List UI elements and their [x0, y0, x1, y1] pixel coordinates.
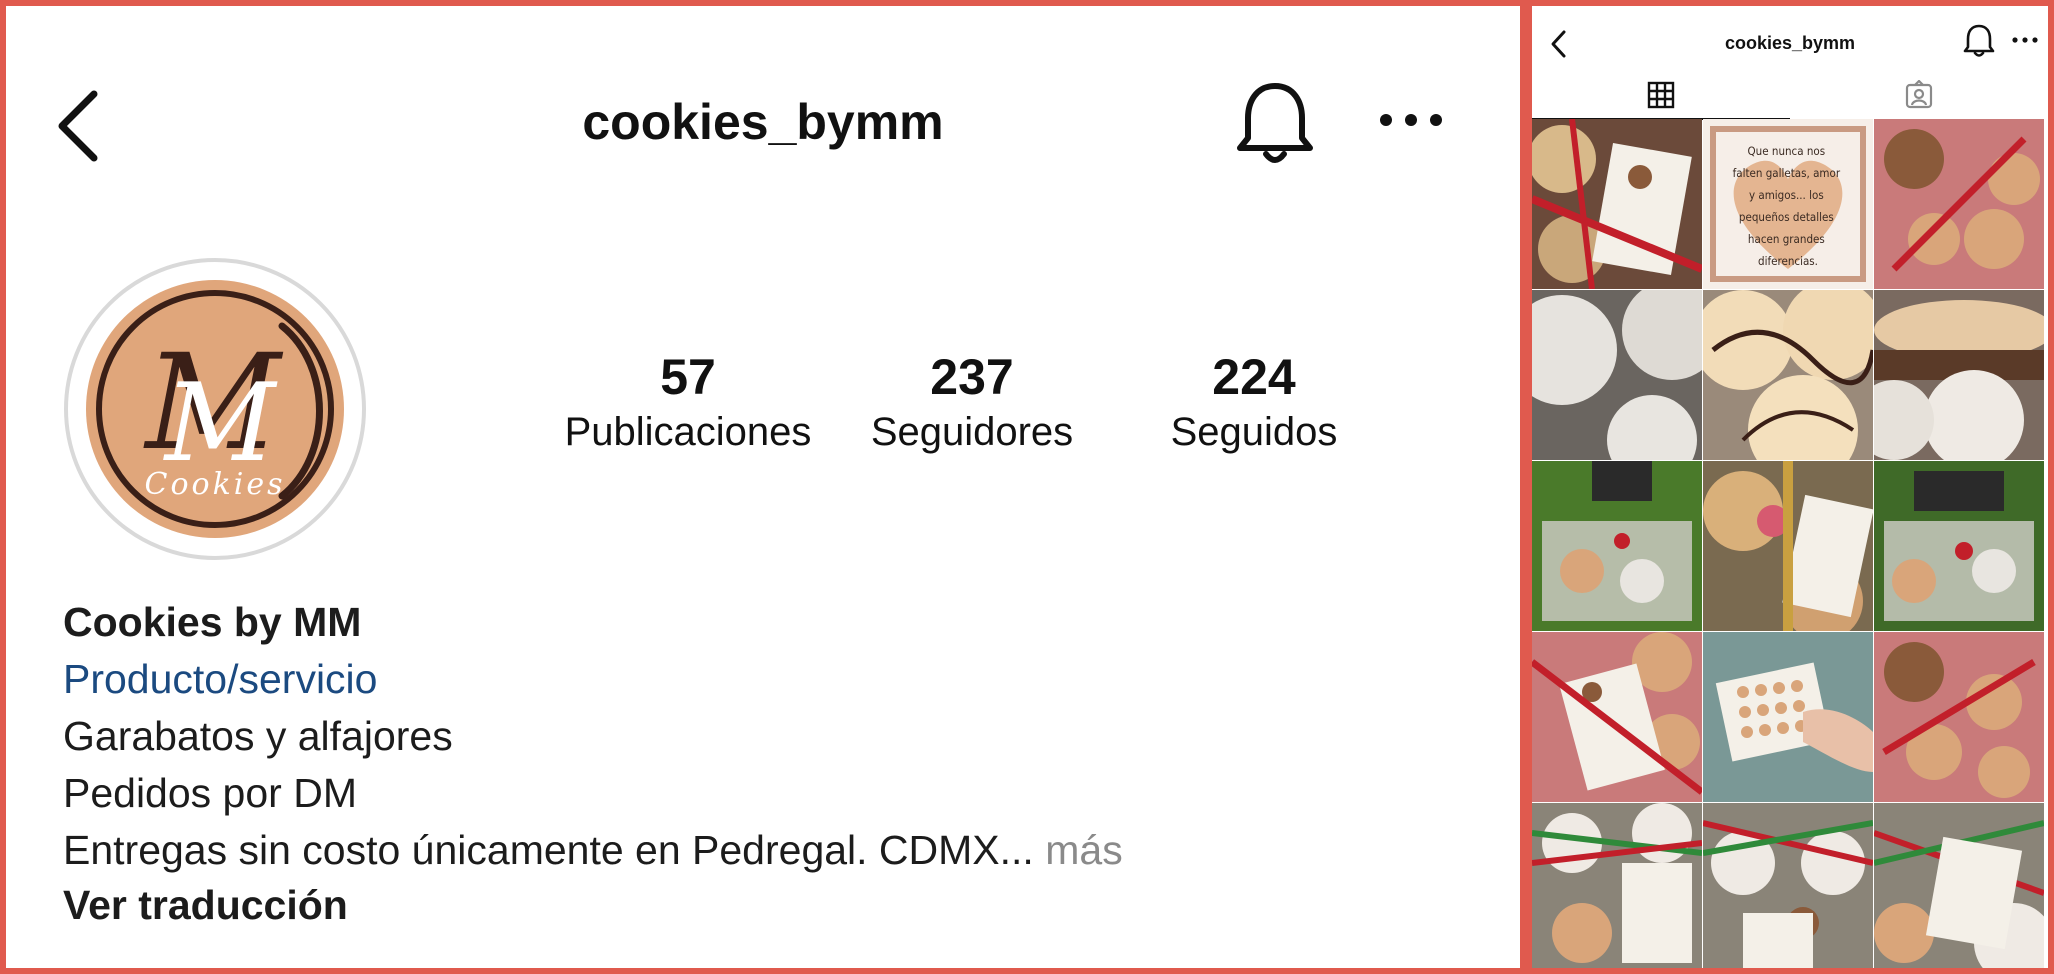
quote-line: diferencias.: [1758, 254, 1818, 268]
post-thumbnail[interactable]: [1874, 119, 2044, 289]
avatar-logo: M M Cookies: [86, 280, 344, 538]
quote-line: falten galletas, amor: [1733, 166, 1841, 180]
post-thumbnail[interactable]: [1532, 461, 1702, 631]
post-thumbnail[interactable]: [1703, 290, 1873, 460]
followers-count: 237: [930, 349, 1014, 405]
quote-line: pequeños detalles: [1739, 210, 1834, 224]
quote-line: hacen grandes: [1748, 232, 1825, 246]
followers-label: Seguidores: [870, 410, 1074, 454]
following-label: Seguidos: [1170, 410, 1338, 454]
post-thumbnail-quote[interactable]: Que nunca nos falten galletas, amor y am…: [1703, 119, 1873, 289]
more-options-icon[interactable]: [1376, 106, 1446, 134]
post-thumbnail[interactable]: [1703, 803, 1873, 968]
grid-icon: [1647, 81, 1675, 109]
posts-label: Publicaciones: [564, 410, 812, 454]
mm-logo-icon: M M Cookies: [96, 290, 334, 528]
avatar-wordmark: Cookies: [145, 467, 286, 502]
bio-line-text: Entregas sin costo únicamente en Pedrega…: [63, 827, 1034, 873]
stat-followers[interactable]: 237 Seguidores: [842, 348, 1102, 458]
post-thumbnail[interactable]: [1874, 632, 2044, 802]
see-translation-link[interactable]: Ver traducción: [63, 879, 348, 931]
following-count: 224: [1212, 349, 1296, 405]
bio-line: Entregas sin costo únicamente en Pedrega…: [63, 824, 1123, 876]
stat-following[interactable]: 224 Seguidos: [1124, 348, 1384, 458]
stat-posts[interactable]: 57 Publicaciones: [558, 348, 818, 458]
posts-count: 57: [660, 349, 716, 405]
profile-display-name: Cookies by MM: [63, 599, 362, 645]
tagged-person-icon: [1905, 80, 1933, 109]
profile-grid-panel: cookies_bymm Que nunca nos falten gallet…: [1532, 6, 2048, 968]
tab-posts-grid[interactable]: [1532, 70, 1790, 120]
bell-icon[interactable]: [1234, 78, 1316, 168]
profile-zoomed-panel: cookies_bymm M M Cookies 57 Publicacione…: [6, 6, 1520, 968]
tab-tagged[interactable]: [1790, 70, 2048, 120]
bio-line: Pedidos por DM: [63, 770, 357, 816]
post-thumbnail[interactable]: [1703, 632, 1873, 802]
bell-icon[interactable]: [1962, 22, 1996, 58]
more-options-icon[interactable]: [2010, 32, 2040, 48]
post-thumbnail[interactable]: [1532, 119, 1702, 289]
quote-line: y amigos... los: [1749, 188, 1824, 202]
post-thumbnail[interactable]: [1874, 803, 2044, 968]
post-thumbnail[interactable]: [1532, 290, 1702, 460]
post-thumbnail[interactable]: [1703, 461, 1873, 631]
bio-more-link[interactable]: más: [1045, 827, 1122, 873]
bio-line: Garabatos y alfajores: [63, 713, 453, 759]
post-thumbnail[interactable]: [1532, 803, 1702, 968]
post-thumbnail[interactable]: [1532, 632, 1702, 802]
post-thumbnail[interactable]: [1874, 461, 2044, 631]
post-thumbnail[interactable]: [1874, 290, 2044, 460]
quote-line: Que nunca nos: [1748, 144, 1826, 158]
profile-avatar[interactable]: M M Cookies: [64, 258, 366, 560]
profile-category-link[interactable]: Producto/servicio: [63, 653, 377, 705]
